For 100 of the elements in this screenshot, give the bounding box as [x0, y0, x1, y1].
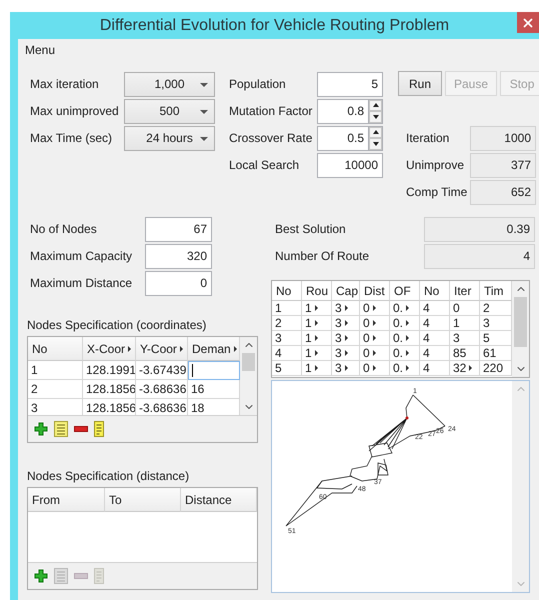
table-cell: 2 — [28, 380, 83, 399]
column-header[interactable]: OF — [390, 281, 420, 301]
column-header[interactable]: Deman — [188, 337, 240, 361]
field-label: Unimprove — [406, 158, 466, 172]
field-label: Number Of Route — [275, 249, 370, 263]
readonly-field: 4 — [424, 244, 535, 268]
scrollbar[interactable] — [512, 281, 529, 377]
field-label: Population — [229, 77, 287, 91]
table-cell: -3.68636 — [136, 380, 188, 399]
number-field[interactable]: 10000 — [317, 152, 383, 178]
minus-icon — [74, 573, 88, 579]
table-cell: 3 — [272, 331, 302, 346]
column-header[interactable]: No — [420, 281, 450, 301]
readonly-field: 0.39 — [424, 216, 535, 242]
window-title: Differential Evolution for Vehicle Routing Problem — [100, 16, 450, 34]
close-icon — [521, 16, 535, 30]
table-cell: 0 — [360, 361, 390, 376]
field-label: Comp Time — [406, 185, 468, 199]
triangle-down-icon — [372, 114, 378, 119]
column-header[interactable]: Dist — [360, 281, 390, 301]
column-header[interactable]: No — [28, 337, 83, 361]
field-label: Mutation Factor — [229, 104, 314, 118]
field-label: Maximum Distance — [30, 276, 134, 290]
column-header[interactable]: Rou — [302, 281, 332, 301]
number-field[interactable]: 0.8 — [317, 98, 369, 124]
scrollbar-thumb[interactable] — [514, 297, 527, 347]
section-title: Nodes Specification (distance) — [27, 469, 190, 485]
caret-icon — [200, 136, 208, 140]
table-cell: 5 — [272, 361, 302, 376]
text-cursor — [192, 364, 193, 377]
column-header[interactable]: Cap — [332, 281, 360, 301]
table-cell: 0. — [390, 301, 420, 316]
number-field[interactable]: 67 — [145, 216, 212, 242]
field-label: Maximum Capacity — [30, 249, 134, 263]
insert-button[interactable] — [54, 421, 68, 437]
table-cell: 1 — [302, 331, 332, 346]
dropdown[interactable]: 1,000 — [124, 72, 215, 96]
section-title: Nodes Specification (coordinates) — [27, 318, 208, 334]
triangle-up-icon — [372, 130, 378, 134]
document-icon — [94, 568, 104, 584]
dropdown[interactable]: 500 — [124, 98, 215, 124]
caret-icon — [200, 82, 208, 86]
table-cell: 4 — [420, 346, 450, 361]
caret-icon — [200, 110, 208, 114]
field-label: Iteration — [406, 131, 450, 145]
document-icon — [94, 421, 104, 437]
column-header[interactable]: X-Coor — [83, 337, 136, 361]
table-cell: 4 — [420, 361, 450, 376]
column-header[interactable]: Iter — [450, 281, 480, 301]
number-field[interactable]: 0.5 — [317, 126, 369, 150]
field-label: Max unimproved — [30, 104, 120, 118]
column-header[interactable]: Tim — [480, 281, 512, 301]
table-cell: 3 — [332, 346, 360, 361]
insert-row-icon — [54, 568, 68, 584]
scrollbar[interactable] — [240, 337, 257, 415]
edit-button[interactable] — [94, 421, 104, 437]
table-cell: 0. — [390, 361, 420, 376]
spin-up-button[interactable] — [369, 126, 382, 138]
field-label: Max Time (sec) — [30, 131, 114, 145]
table-cell: 4 — [272, 346, 302, 361]
plus-icon — [34, 569, 48, 583]
column-header[interactable]: Distance — [181, 488, 257, 512]
number-field[interactable]: 0 — [145, 270, 212, 296]
field-label: No of Nodes — [30, 222, 98, 236]
table-cell: 0. — [390, 316, 420, 331]
number-field[interactable]: 320 — [145, 244, 212, 268]
readonly-field: 652 — [470, 180, 536, 204]
table-cell: 0 — [360, 346, 390, 361]
table-cell: 4 — [420, 316, 450, 331]
action-button[interactable]: Run — [398, 71, 442, 96]
table-cell: 0. — [390, 346, 420, 361]
column-header[interactable]: Y-Coor — [136, 337, 188, 361]
number-field[interactable]: 5 — [317, 72, 383, 96]
field-label: Max iteration — [30, 77, 100, 91]
table-cell: 3 — [450, 331, 480, 346]
table-cell: 3 — [332, 331, 360, 346]
table-cell: 1 — [302, 301, 332, 316]
close-button[interactable] — [517, 12, 539, 33]
table-cell: 4 — [420, 301, 450, 316]
menu-item[interactable]: Menu — [25, 43, 56, 57]
column-header[interactable]: From — [28, 488, 105, 512]
table-cell: 0 — [360, 331, 390, 346]
table-cell: 1 — [302, 316, 332, 331]
insert-row-icon — [54, 421, 68, 437]
table-cell: 0. — [390, 331, 420, 346]
table-cell: 0 — [360, 301, 390, 316]
add-button[interactable] — [34, 422, 48, 436]
cell-input-field[interactable] — [188, 361, 240, 380]
table-cell: 3 — [332, 361, 360, 376]
scrollbar-thumb[interactable] — [242, 353, 255, 371]
spin-down-button[interactable] — [369, 111, 382, 122]
spin-down-button[interactable] — [369, 138, 382, 150]
column-header[interactable]: No — [272, 281, 302, 301]
table-cell: 2 — [272, 316, 302, 331]
dropdown[interactable]: 24 hours — [124, 126, 215, 150]
table-cell: 1 — [450, 316, 480, 331]
column-header[interactable]: To — [105, 488, 181, 512]
spin-up-button[interactable] — [369, 100, 382, 111]
table-cell: 1 — [28, 361, 83, 380]
add-button[interactable] — [34, 569, 48, 583]
